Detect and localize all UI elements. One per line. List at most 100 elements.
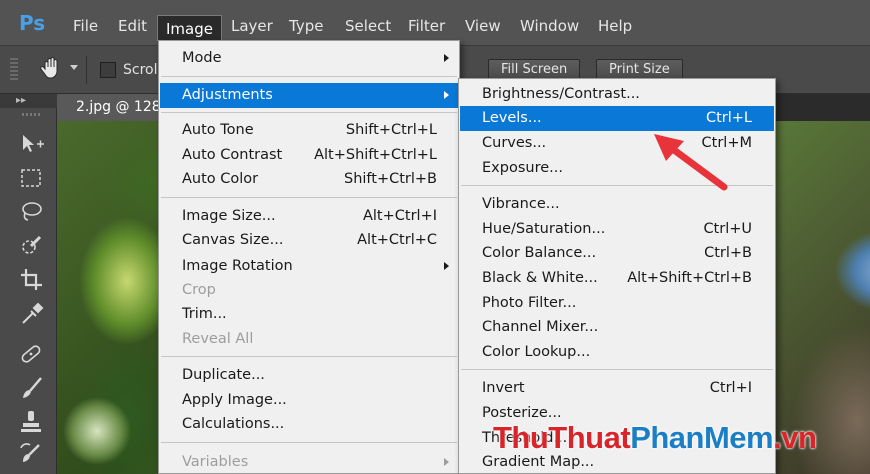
menu-item-label: Brightness/Contrast... xyxy=(482,86,640,102)
submenu-arrow-icon xyxy=(444,54,449,62)
healing-brush-tool-icon[interactable] xyxy=(17,340,45,368)
marquee-tool-icon[interactable] xyxy=(17,164,45,192)
menu-item-label: Levels... xyxy=(482,110,542,126)
menu-item-label: Crop xyxy=(182,282,216,298)
adjustments-black-white[interactable]: Black & White... Alt+Shift+Ctrl+B xyxy=(460,266,774,291)
menu-item-label: Auto Tone xyxy=(182,122,254,138)
adjustments-channel-mixer[interactable]: Channel Mixer... xyxy=(460,315,774,340)
tool-preset-caret-icon[interactable] xyxy=(70,65,78,70)
scroll-all-windows-label: Scroll xyxy=(123,62,162,78)
menu-item-label: Mode xyxy=(182,50,222,66)
image-menu-apply-image[interactable]: Apply Image... xyxy=(160,388,458,413)
move-tool-icon[interactable] xyxy=(17,130,45,158)
menu-item-label: Gradient Map... xyxy=(482,454,595,470)
menu-item-label: Posterize... xyxy=(482,405,562,421)
annotation-arrow-icon xyxy=(648,125,732,195)
image-menu-reveal-all: Reveal All xyxy=(160,327,458,352)
menu-layer[interactable]: Layer xyxy=(223,13,281,39)
menu-item-label: Image Size... xyxy=(182,208,276,224)
expand-panel-icon[interactable]: ▸▸ xyxy=(16,95,26,107)
lasso-tool-icon[interactable] xyxy=(17,198,45,226)
menu-view[interactable]: View xyxy=(457,13,509,39)
menu-item-shortcut: Alt+Ctrl+I xyxy=(362,208,437,224)
menu-item-label: Curves... xyxy=(482,135,547,151)
watermark-part-3: .vn xyxy=(773,420,817,455)
image-menu-variables: Variables xyxy=(160,450,458,474)
scroll-all-windows-checkbox[interactable] xyxy=(100,62,116,78)
menu-item-label: Exposure... xyxy=(482,160,563,176)
menu-item-label: Reveal All xyxy=(182,331,254,347)
menu-item-label: Apply Image... xyxy=(182,392,287,408)
menu-item-shortcut: Shift+Ctrl+B xyxy=(343,171,437,187)
tools-panel-header[interactable]: ▸▸ xyxy=(0,94,57,108)
menu-divider xyxy=(161,112,457,113)
menu-file[interactable]: File xyxy=(65,13,106,39)
image-menu-image-size[interactable]: Image Size... Alt+Ctrl+I xyxy=(160,204,458,229)
adjustments-color-balance[interactable]: Color Balance... Ctrl+B xyxy=(460,241,774,266)
menu-edit[interactable]: Edit xyxy=(110,13,155,39)
menu-item-label: Canvas Size... xyxy=(182,232,284,248)
image-menu: Mode Adjustments Auto Tone Shift+Ctrl+L … xyxy=(158,40,460,474)
tools-panel-grip[interactable] xyxy=(22,113,40,116)
menu-item-label: Calculations... xyxy=(182,416,285,432)
submenu-arrow-icon xyxy=(444,91,449,99)
quick-selection-tool-icon[interactable] xyxy=(17,232,45,260)
menu-item-label: Vibrance... xyxy=(482,196,560,212)
menu-divider xyxy=(461,369,773,370)
menu-filter[interactable]: Filter xyxy=(400,13,453,39)
menu-divider xyxy=(161,356,457,357)
menu-window[interactable]: Window xyxy=(512,13,587,39)
image-menu-trim[interactable]: Trim... xyxy=(160,302,458,327)
image-menu-auto-tone[interactable]: Auto Tone Shift+Ctrl+L xyxy=(160,118,458,143)
menu-item-label: Variables xyxy=(182,454,249,470)
menu-divider xyxy=(161,76,457,77)
menu-item-label: Photo Filter... xyxy=(482,295,577,311)
crop-tool-icon[interactable] xyxy=(17,266,45,294)
menu-divider xyxy=(161,442,457,443)
image-menu-calculations[interactable]: Calculations... xyxy=(160,412,458,437)
menu-item-label: Invert xyxy=(482,380,525,396)
menu-item-label: Black & White... xyxy=(482,270,598,286)
menu-item-shortcut: Shift+Ctrl+L xyxy=(345,122,437,138)
adjustments-photo-filter[interactable]: Photo Filter... xyxy=(460,291,774,316)
adjustments-vibrance[interactable]: Vibrance... xyxy=(460,192,774,217)
image-menu-mode[interactable]: Mode xyxy=(160,46,458,71)
clone-stamp-tool-icon[interactable] xyxy=(17,408,45,436)
menu-item-label: Channel Mixer... xyxy=(482,319,599,335)
menu-item-label: Adjustments xyxy=(182,87,273,103)
options-bar-grip[interactable] xyxy=(10,58,18,82)
menu-item-shortcut: Alt+Shift+Ctrl+B xyxy=(627,270,752,286)
watermark-part-1: ThuThuat xyxy=(493,420,631,455)
menu-item-label: Image Rotation xyxy=(182,258,293,274)
image-menu-adjustments[interactable]: Adjustments xyxy=(160,83,458,108)
adjustments-brightness-contrast[interactable]: Brightness/Contrast... xyxy=(460,82,774,107)
image-menu-crop: Crop xyxy=(160,278,458,303)
menu-item-label: Duplicate... xyxy=(182,367,265,383)
document-tab[interactable]: 2.jpg @ 128 xyxy=(57,94,160,121)
image-menu-canvas-size[interactable]: Canvas Size... Alt+Ctrl+C xyxy=(160,228,458,253)
menu-help[interactable]: Help xyxy=(590,13,640,39)
hand-icon[interactable] xyxy=(38,55,64,81)
photoshop-logo: Ps xyxy=(19,11,46,35)
eyedropper-tool-icon[interactable] xyxy=(17,300,45,328)
adjustments-color-lookup[interactable]: Color Lookup... xyxy=(460,340,774,365)
watermark-part-2: PhanMem xyxy=(630,420,774,455)
menu-image[interactable]: Image xyxy=(157,15,222,41)
menu-type[interactable]: Type xyxy=(281,13,331,39)
image-menu-auto-contrast[interactable]: Auto Contrast Alt+Shift+Ctrl+L xyxy=(160,143,458,168)
menu-select[interactable]: Select xyxy=(337,13,399,39)
menu-item-shortcut: Ctrl+I xyxy=(709,380,752,396)
adjustments-hue-saturation[interactable]: Hue/Saturation... Ctrl+U xyxy=(460,217,774,242)
menu-item-label: Auto Color xyxy=(182,171,259,187)
menu-item-shortcut: Ctrl+B xyxy=(704,245,752,261)
image-menu-image-rotation[interactable]: Image Rotation xyxy=(160,254,458,279)
history-brush-tool-icon[interactable] xyxy=(17,440,45,468)
adjustments-invert[interactable]: Invert Ctrl+I xyxy=(460,376,774,401)
menu-item-label: Color Lookup... xyxy=(482,344,591,360)
image-menu-auto-color[interactable]: Auto Color Shift+Ctrl+B xyxy=(160,167,458,192)
image-menu-duplicate[interactable]: Duplicate... xyxy=(160,363,458,388)
tools-panel: ▸▸ xyxy=(0,94,57,474)
submenu-arrow-icon xyxy=(444,262,449,270)
brush-tool-icon[interactable] xyxy=(17,374,45,402)
menu-item-label: Color Balance... xyxy=(482,245,597,261)
